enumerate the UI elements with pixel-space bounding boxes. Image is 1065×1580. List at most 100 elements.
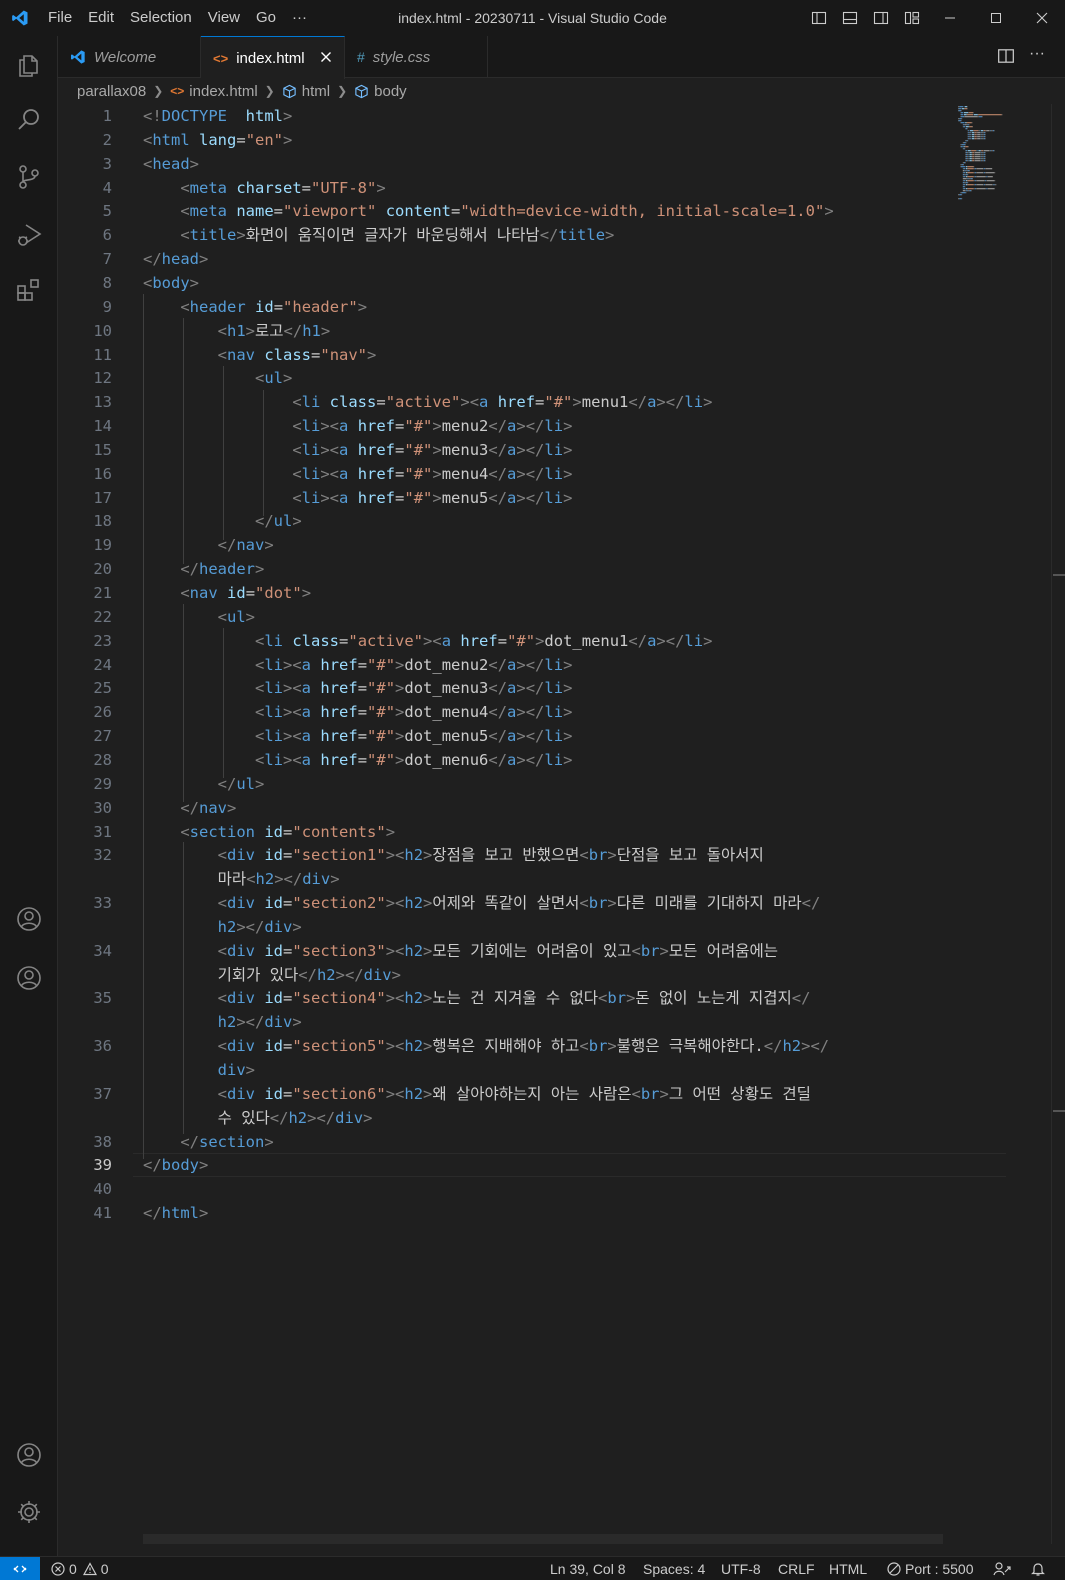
- horizontal-scrollbar[interactable]: [143, 1534, 943, 1544]
- code-line[interactable]: <li class="active"><a href="#">menu1</a>…: [143, 390, 712, 414]
- code-line[interactable]: <li><a href="#">menu3</a></li>: [143, 438, 572, 462]
- problems-indicator[interactable]: 0 0: [51, 1557, 109, 1580]
- minimize-icon[interactable]: [927, 0, 973, 36]
- minimap-token: [962, 172, 964, 174]
- code-line[interactable]: <div id="section2"><h2>어제와 똑같이 살면서<br>다른…: [143, 891, 821, 915]
- toggle-primary-sidebar-icon[interactable]: [803, 0, 834, 36]
- code-line[interactable]: <section id="contents">: [143, 820, 395, 844]
- code-line[interactable]: <meta charset="UTF-8">: [143, 176, 385, 200]
- remote-icon[interactable]: [0, 1557, 40, 1580]
- code-token: "UTF-8": [311, 178, 377, 197]
- code-line[interactable]: <div id="section1"><h2>장점을 보고 반했으면<br>단점…: [143, 843, 764, 867]
- code-line[interactable]: <li><a href="#">dot_menu5</a></li>: [143, 724, 572, 748]
- vertical-scrollbar[interactable]: [1051, 104, 1065, 1544]
- code-line[interactable]: <div id="section4"><h2>노는 건 지겨울 수 없다<br>…: [143, 986, 811, 1010]
- customize-layout-icon[interactable]: [896, 0, 927, 36]
- code-line[interactable]: </header>: [143, 557, 264, 581]
- accounts-icon-2[interactable]: [0, 952, 58, 1004]
- code-line[interactable]: <meta name="viewport" content="width=dev…: [143, 199, 833, 223]
- code-line[interactable]: 수 있다</h2></div>: [143, 1106, 373, 1130]
- code-line[interactable]: 기회가 있다</h2></div>: [143, 963, 401, 987]
- code-line[interactable]: div>: [143, 1058, 255, 1082]
- account-icon[interactable]: [0, 1429, 58, 1481]
- code-line[interactable]: <li><a href="#">menu5</a></li>: [143, 486, 572, 510]
- notifications-bell-icon[interactable]: [1030, 1557, 1046, 1580]
- code-line[interactable]: <li><a href="#">dot_menu6</a></li>: [143, 748, 572, 772]
- minimap-token: [967, 132, 969, 134]
- minimap-token: [976, 188, 986, 190]
- tab-style-css[interactable]: # style.css: [345, 36, 488, 78]
- code-line[interactable]: <li><a href="#">dot_menu3</a></li>: [143, 676, 572, 700]
- code-line[interactable]: <head>: [143, 152, 199, 176]
- code-line[interactable]: <nav class="nav">: [143, 343, 377, 367]
- code-token: meta: [189, 178, 227, 197]
- tab-welcome[interactable]: Welcome: [58, 36, 201, 78]
- code-line[interactable]: 마라<h2></div>: [143, 867, 340, 891]
- code-line[interactable]: <div id="section6"><h2>왜 살아야하는지 아는 사람은<b…: [143, 1082, 811, 1106]
- code-line[interactable]: </html>: [143, 1201, 208, 1225]
- toggle-secondary-sidebar-icon[interactable]: [865, 0, 896, 36]
- tab-index-html[interactable]: <> index.html: [201, 36, 345, 79]
- code-line[interactable]: <header id="header">: [143, 295, 367, 319]
- code-line[interactable]: h2></div>: [143, 915, 302, 939]
- code-line[interactable]: <h1>로고</h1>: [143, 319, 331, 343]
- code-line[interactable]: </section>: [143, 1130, 273, 1154]
- encoding[interactable]: UTF-8: [721, 1557, 761, 1580]
- explorer-icon[interactable]: [0, 38, 58, 90]
- code-line[interactable]: <html lang="en">: [143, 128, 292, 152]
- code-line[interactable]: <!DOCTYPE html>: [143, 104, 292, 128]
- more-actions-icon[interactable]: ···: [1029, 45, 1045, 63]
- close-icon[interactable]: [318, 49, 334, 65]
- code-line[interactable]: </head>: [143, 247, 208, 271]
- breadcrumb-body[interactable]: body: [374, 83, 407, 100]
- menu-view[interactable]: View: [200, 0, 248, 36]
- extensions-icon[interactable]: [0, 265, 58, 317]
- breadcrumb-html[interactable]: html: [302, 83, 330, 100]
- menu-more[interactable]: ···: [284, 0, 315, 36]
- code-line[interactable]: <li class="active"><a href="#">dot_menu1…: [143, 629, 712, 653]
- source-control-icon[interactable]: [0, 151, 58, 203]
- live-server-port[interactable]: Port : 5500: [887, 1557, 974, 1580]
- code-line[interactable]: <div id="section3"><h2>모든 기회에는 어려움이 있고<b…: [143, 939, 778, 963]
- menu-edit[interactable]: Edit: [80, 0, 122, 36]
- accounts-icon[interactable]: [0, 893, 58, 945]
- code-line[interactable]: <div id="section5"><h2>행복은 지배해야 하고<br>불행…: [143, 1034, 829, 1058]
- run-debug-icon[interactable]: [0, 208, 58, 260]
- code-line[interactable]: <ul>: [143, 366, 292, 390]
- menu-selection[interactable]: Selection: [122, 0, 200, 36]
- close-window-icon[interactable]: [1019, 0, 1065, 36]
- breadcrumb-file[interactable]: index.html: [189, 83, 257, 100]
- settings-gear-icon[interactable]: [0, 1486, 58, 1538]
- code-line[interactable]: <body>: [143, 271, 199, 295]
- code-token: br: [588, 846, 608, 865]
- code-line[interactable]: <li><a href="#">menu4</a></li>: [143, 462, 572, 486]
- code-line[interactable]: </nav>: [143, 533, 274, 557]
- maximize-icon[interactable]: [973, 0, 1019, 36]
- line-ending[interactable]: CRLF: [778, 1557, 815, 1580]
- code-line[interactable]: </body>: [143, 1153, 208, 1177]
- code-line[interactable]: </ul>: [143, 772, 265, 796]
- accounts-feedback-icon[interactable]: [993, 1557, 1011, 1580]
- toggle-panel-icon[interactable]: [834, 0, 865, 36]
- code-editor[interactable]: 1 <!DOCTYPE html> 2 <html lang="en"> 3 <head>…: [58, 104, 1006, 1544]
- code-line[interactable]: <ul>: [143, 605, 255, 629]
- code-line[interactable]: <li><a href="#">dot_menu2</a></li>: [143, 653, 572, 677]
- code-line[interactable]: h2></div>: [143, 1010, 302, 1034]
- menu-file[interactable]: File: [40, 0, 80, 36]
- minimap[interactable]: [956, 104, 1051, 1544]
- cursor-position[interactable]: Ln 39, Col 8: [550, 1557, 626, 1580]
- code-line[interactable]: <li><a href="#">menu2</a></li>: [143, 414, 572, 438]
- language-mode[interactable]: HTML: [829, 1557, 867, 1580]
- menu-go[interactable]: Go: [248, 0, 284, 36]
- minimap-token: [960, 192, 962, 194]
- indentation[interactable]: Spaces: 4: [643, 1557, 705, 1580]
- code-line[interactable]: <nav id="dot">: [143, 581, 311, 605]
- code-line[interactable]: </nav>: [143, 796, 236, 820]
- split-editor-icon[interactable]: [997, 47, 1015, 70]
- search-icon[interactable]: [0, 94, 58, 146]
- breadcrumb-folder[interactable]: parallax08: [77, 83, 146, 100]
- code-line[interactable]: <li><a href="#">dot_menu4</a></li>: [143, 700, 572, 724]
- code-line[interactable]: <title>화면이 움직이면 글자가 바운딩해서 나타남</title>: [143, 223, 614, 247]
